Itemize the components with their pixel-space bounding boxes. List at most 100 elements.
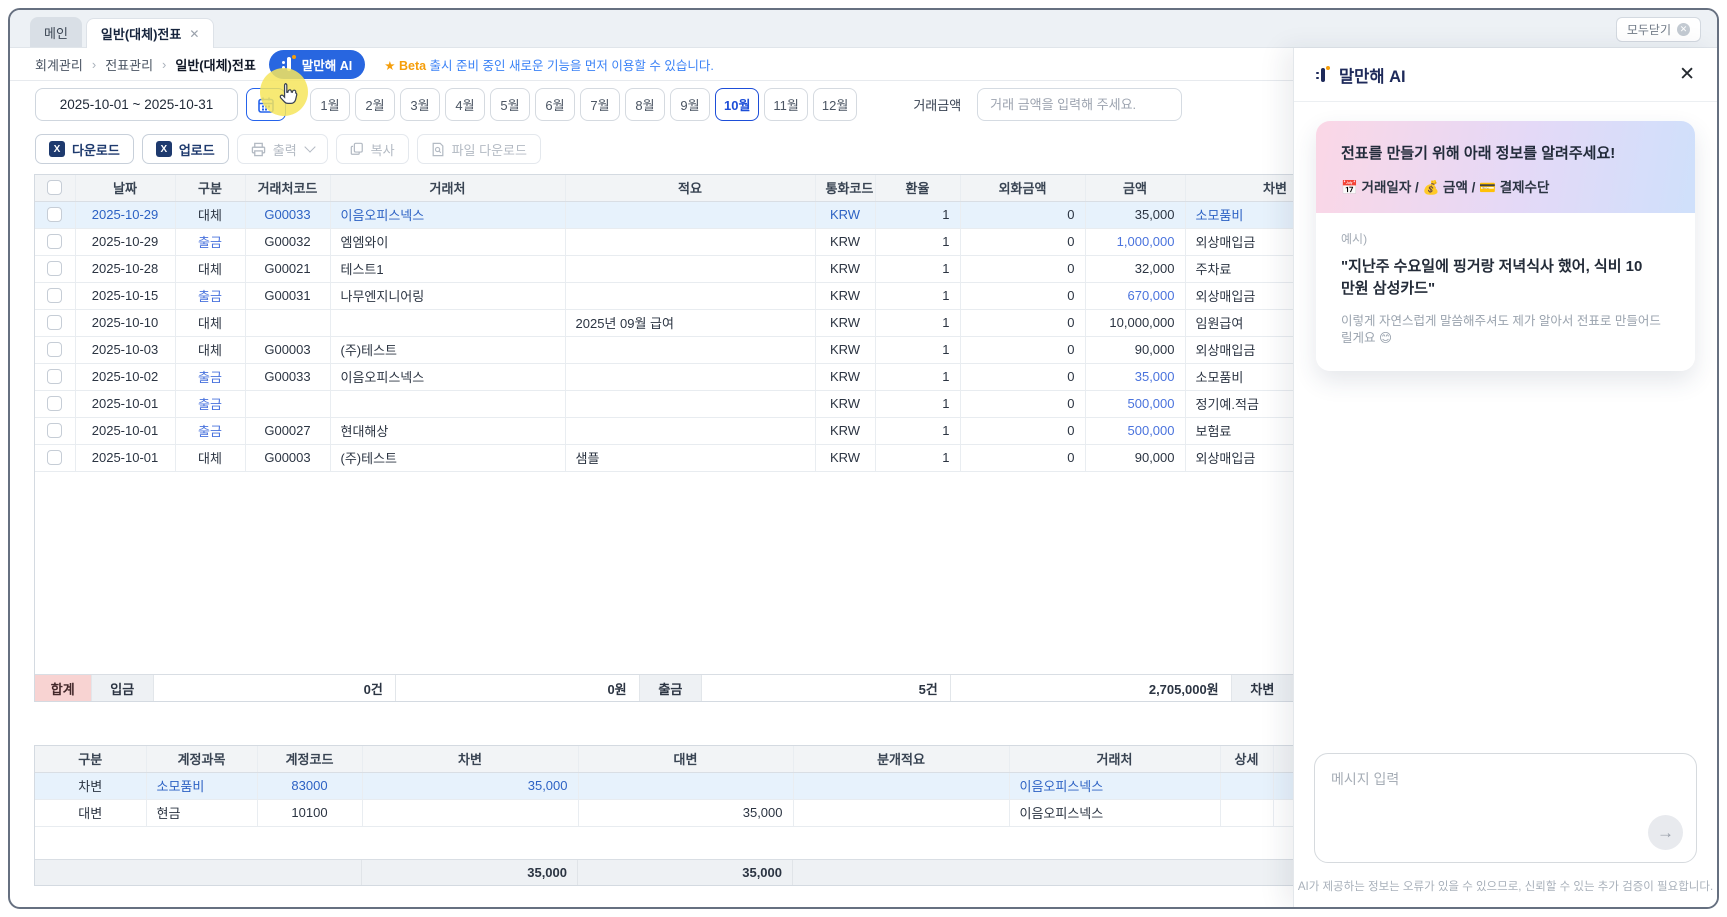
voucher-row[interactable]: 2025-10-03대체G00003(주)테스트KRW1090,000외상매입금 <box>35 336 1296 363</box>
print-label: 출력 <box>273 140 297 159</box>
month-chip-7월[interactable]: 7월 <box>580 88 620 121</box>
month-chip-2월[interactable]: 2월 <box>355 88 395 121</box>
entry-row[interactable]: 차변소모품비8300035,000이음오피스넥스 <box>35 772 1296 799</box>
file-download-button[interactable]: 파일 다운로드 <box>417 134 541 164</box>
col-entry-memo: 분개적요 <box>793 746 1009 772</box>
cell-memo <box>565 417 815 444</box>
row-checkbox[interactable] <box>47 261 62 276</box>
amount-filter-input[interactable] <box>977 88 1182 121</box>
cell-date: 2025-10-28 <box>75 255 175 282</box>
cell-type: 출금 <box>175 228 245 255</box>
ai-example-label: 예시) <box>1341 230 1670 247</box>
arrow-right-icon: → <box>1657 823 1674 843</box>
cell-debit_account: 외상매입금 <box>1185 336 1296 363</box>
cell-code: 10100 <box>257 799 362 826</box>
copy-button[interactable]: 복사 <box>336 134 409 164</box>
month-buttons: 1월2월3월4월5월6월7월8월9월10월11월12월 <box>310 88 857 121</box>
cell-partner: 이음오피스넥스 <box>330 363 565 390</box>
voucher-row[interactable]: 2025-10-15출금G00031나무엔지니어링KRW10670,000외상매… <box>35 282 1296 309</box>
cell-partner_code: G00021 <box>245 255 330 282</box>
row-checkbox[interactable] <box>47 288 62 303</box>
entry-header-row: 구분 계정과목 계정코드 차변 대변 분개적요 거래처 상세 <box>35 746 1296 772</box>
select-all-checkbox[interactable] <box>47 180 62 195</box>
month-chip-11월[interactable]: 11월 <box>764 88 807 121</box>
month-chip-12월[interactable]: 12월 <box>813 88 857 121</box>
row-checkbox[interactable] <box>47 369 62 384</box>
month-chip-10월[interactable]: 10월 <box>715 88 759 121</box>
upload-button[interactable]: X 업로드 <box>142 134 229 164</box>
ai-message-input[interactable] <box>1315 754 1696 824</box>
cell-fx_amount: 0 <box>960 282 1085 309</box>
month-chip-5월[interactable]: 5월 <box>490 88 530 121</box>
col-currency: 통화코드 <box>815 175 875 201</box>
col-partner-code: 거래처코드 <box>245 175 330 201</box>
row-checkbox-cell <box>35 309 75 336</box>
cell-amount: 35,000 <box>1085 201 1185 228</box>
voucher-row[interactable]: 2025-10-28대체G00021테스트1KRW1032,000주차료 <box>35 255 1296 282</box>
row-checkbox-cell <box>35 417 75 444</box>
voucher-row[interactable]: 2025-10-01출금G00027현대해상KRW10500,000보험료 <box>35 417 1296 444</box>
copy-icon <box>350 142 364 156</box>
voucher-row[interactable]: 2025-10-02출금G00033이음오피스넥스KRW1035,000소모품비 <box>35 363 1296 390</box>
month-chip-8월[interactable]: 8월 <box>625 88 665 121</box>
summary-deposit-amount: 0원 <box>396 675 640 701</box>
summary-deposit-count: 0건 <box>154 675 396 701</box>
voucher-row[interactable]: 2025-10-01대체G00003(주)테스트샘플KRW1090,000외상매… <box>35 444 1296 471</box>
select-all-header <box>35 175 75 201</box>
cell-memo <box>565 228 815 255</box>
cell-type: 대체 <box>175 336 245 363</box>
cell-amount: 90,000 <box>1085 444 1185 471</box>
ai-message-box: → <box>1314 753 1697 863</box>
cell-account: 현금 <box>146 799 257 826</box>
ai-panel-title: 말만해 AI <box>1339 63 1406 87</box>
month-chip-9월[interactable]: 9월 <box>670 88 710 121</box>
cell-partner <box>330 309 565 336</box>
breadcrumb-accounting[interactable]: 회계관리 <box>35 55 83 74</box>
tab-voucher[interactable]: 일반(대체)전표 ✕ <box>86 18 214 48</box>
summary-withdraw-count: 5건 <box>702 675 951 701</box>
ai-panel-close-icon[interactable]: ✕ <box>1679 63 1695 86</box>
voucher-row[interactable]: 2025-10-01출금KRW10500,000정기예.적금 <box>35 390 1296 417</box>
print-button[interactable]: 출력 <box>237 134 328 164</box>
row-checkbox[interactable] <box>47 342 62 357</box>
entry-row[interactable]: 대변현금1010035,000이음오피스넥스 <box>35 799 1296 826</box>
month-chip-6월[interactable]: 6월 <box>535 88 575 121</box>
download-button[interactable]: X 다운로드 <box>35 134 134 164</box>
cell-currency: KRW <box>815 201 875 228</box>
close-all-button[interactable]: 모두닫기 ✕ <box>1616 17 1701 42</box>
breadcrumb-voucher-mgmt[interactable]: 전표관리 <box>105 55 153 74</box>
tab-close-icon[interactable]: ✕ <box>189 27 199 41</box>
voucher-row[interactable]: 2025-10-29출금G00032엠엠와이KRW101,000,000외상매입… <box>35 228 1296 255</box>
col-entry-debit: 차변 <box>362 746 578 772</box>
ai-example-quote: "지난주 수요일에 핑거랑 저녁식사 했어, 식비 10만원 삼성카드" <box>1341 256 1651 300</box>
row-checkbox-cell <box>35 255 75 282</box>
row-checkbox[interactable] <box>47 234 62 249</box>
voucher-row[interactable]: 2025-10-29대체G00033이음오피스넥스KRW1035,000소모품비 <box>35 201 1296 228</box>
grid-empty-area <box>35 472 1295 675</box>
voucher-row[interactable]: 2025-10-10대체2025년 09월 급여KRW1010,000,000임… <box>35 309 1296 336</box>
beta-star: ★ Beta <box>384 59 426 73</box>
cell-debit_account: 외상매입금 <box>1185 228 1296 255</box>
row-checkbox[interactable] <box>47 207 62 222</box>
col-entry-partner: 거래처 <box>1009 746 1220 772</box>
cell-rate: 1 <box>875 255 960 282</box>
toolbar: X 다운로드 X 업로드 출력 복사 <box>35 134 541 165</box>
month-chip-3월[interactable]: 3월 <box>400 88 440 121</box>
row-checkbox[interactable] <box>47 423 62 438</box>
ai-card-title: 전표를 만들기 위해 아래 정보를 알려주세요! <box>1341 142 1670 163</box>
month-chip-4월[interactable]: 4월 <box>445 88 485 121</box>
cell-type: 출금 <box>175 390 245 417</box>
cell-partner_code: G00027 <box>245 417 330 444</box>
totals-credit: 35,000 <box>578 860 793 885</box>
date-range-picker[interactable]: 2025-10-01 ~ 2025-10-31 <box>35 88 238 121</box>
row-checkbox[interactable] <box>47 315 62 330</box>
row-checkbox[interactable] <box>47 450 62 465</box>
tab-main[interactable]: 메인 <box>30 17 82 47</box>
row-checkbox[interactable] <box>47 396 62 411</box>
month-chip-1월[interactable]: 1월 <box>310 88 350 121</box>
send-button[interactable]: → <box>1648 815 1683 850</box>
cell-date: 2025-10-29 <box>75 201 175 228</box>
cell-date: 2025-10-15 <box>75 282 175 309</box>
summary-total-label: 합계 <box>35 675 92 701</box>
cell-currency: KRW <box>815 228 875 255</box>
